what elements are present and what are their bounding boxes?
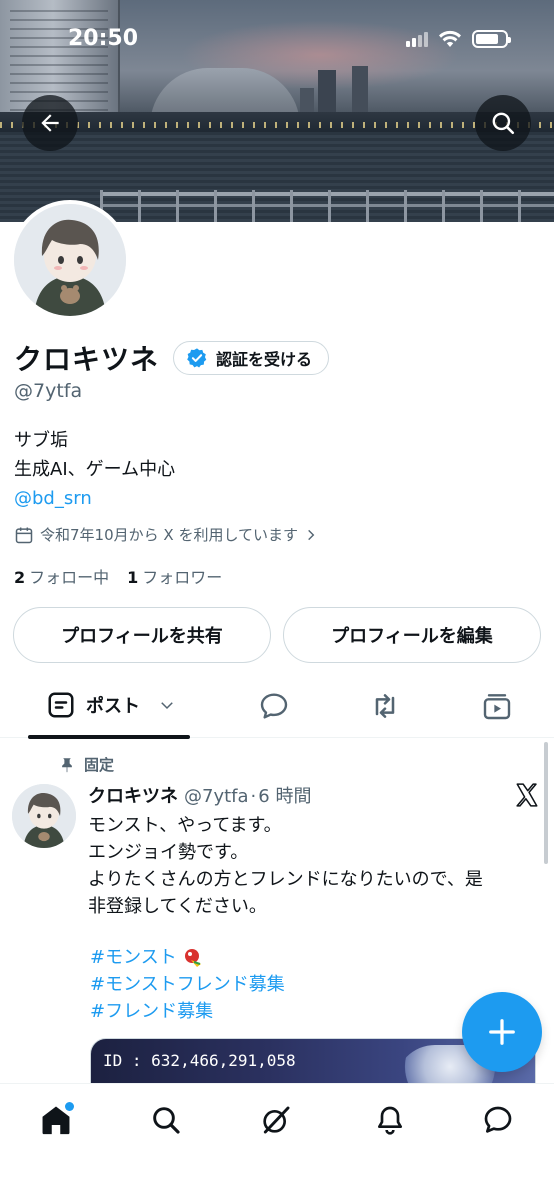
active-tab-indicator — [28, 735, 190, 739]
chevron-down-icon[interactable] — [158, 696, 176, 714]
display-name: クロキツネ — [14, 343, 160, 376]
posts-icon — [48, 692, 74, 718]
profile-bio: サブ垢 生成AI、ゲーム中心 @bd_srn — [14, 426, 175, 513]
compose-button[interactable] — [462, 992, 542, 1072]
nav-search[interactable] — [146, 1100, 186, 1140]
nav-notifications[interactable] — [370, 1100, 410, 1140]
wifi-icon — [439, 30, 461, 47]
nav-home[interactable] — [36, 1100, 76, 1140]
bio-line: サブ垢 — [14, 430, 68, 451]
monster-strike-emoji-icon — [184, 948, 201, 967]
grok-icon — [263, 1106, 290, 1134]
post-separator: · — [250, 786, 257, 807]
get-verified-button[interactable]: 認証を受ける — [173, 341, 330, 375]
share-profile-button[interactable]: プロフィールを共有 — [13, 607, 271, 663]
avatar-image — [14, 204, 126, 316]
post-hashtags: #モンスト #モンストフレンド募集 #フレンド募集 — [90, 944, 285, 1025]
hashtag-link[interactable]: #モンストフレンド募集 — [90, 971, 285, 998]
bell-icon — [378, 1106, 402, 1135]
post-text-line: エンジョイ勢です。 — [88, 842, 249, 863]
profile-name-row: クロキツネ 認証を受ける — [14, 338, 330, 378]
post-author-handle[interactable]: @7ytfa — [184, 786, 249, 807]
profile-handle: @7ytfa — [14, 380, 83, 402]
banner-building — [352, 66, 368, 114]
get-verified-label: 認証を受ける — [216, 350, 313, 369]
tab-posts-label: ポスト — [86, 696, 140, 717]
followers-count: 1 — [127, 568, 139, 587]
follow-stats: 2 フォロー中 1 フォロワー — [14, 564, 222, 588]
edit-profile-button[interactable]: プロフィールを編集 — [283, 607, 541, 663]
scrollbar[interactable] — [544, 742, 548, 864]
bio-line: 生成AI、ゲーム中心 — [14, 459, 176, 480]
profile-avatar[interactable] — [10, 200, 130, 320]
tab-replies[interactable] — [258, 690, 290, 722]
arrow-left-icon — [41, 114, 59, 132]
post-author-avatar[interactable] — [12, 784, 76, 848]
search-button[interactable] — [475, 95, 531, 151]
pin-icon — [62, 757, 72, 772]
banner-railing-posts — [100, 190, 554, 222]
x-logo-icon — [516, 783, 538, 807]
followers-label: フォロワー — [142, 568, 223, 587]
pinned-indicator: 固定 — [58, 754, 114, 775]
nav-messages[interactable] — [478, 1100, 518, 1140]
hashtag-link[interactable]: #フレンド募集 — [90, 998, 285, 1025]
search-icon — [153, 1107, 180, 1134]
bottom-navigation — [0, 1083, 554, 1200]
profile-tabs: ポスト — [0, 672, 554, 739]
post-header: クロキツネ @7ytfa · 6 時間 — [88, 782, 311, 808]
signal-icon — [406, 31, 428, 47]
battery-icon — [472, 30, 511, 48]
following-link[interactable]: 2 フォロー中 — [14, 564, 109, 588]
media-id-text: ID : 632,466,291,058 — [103, 1051, 296, 1070]
followers-link[interactable]: 1 フォロワー — [127, 564, 222, 588]
tab-reposts[interactable] — [369, 690, 401, 722]
message-icon — [484, 1106, 512, 1133]
joined-date[interactable]: 令和7年10月から X を利用しています — [14, 524, 318, 545]
status-icons — [406, 30, 511, 48]
search-icon — [492, 112, 515, 135]
chevron-right-icon — [308, 529, 315, 540]
notification-dot — [65, 1102, 74, 1111]
nav-grok[interactable] — [256, 1100, 296, 1140]
following-label: フォロー中 — [29, 568, 110, 587]
post-time[interactable]: 6 時間 — [258, 782, 311, 808]
post-text: モンスト、やってます。 エンジョイ勢です。 よりたくさんの方とフレンドになりたい… — [88, 812, 528, 920]
hashtag-link[interactable]: #モンスト — [90, 944, 177, 971]
post-text-line: よりたくさんの方とフレンドになりたいので、是 — [88, 869, 483, 890]
tab-posts[interactable]: ポスト — [28, 672, 190, 739]
post-text-line: モンスト、やってます。 — [88, 815, 282, 836]
post-text-line: 非登録してください。 — [88, 896, 267, 917]
following-count: 2 — [14, 568, 26, 587]
pinned-label: 固定 — [84, 756, 115, 774]
joined-text: 令和7年10月から X を利用しています — [40, 526, 298, 544]
verified-badge-icon — [187, 348, 207, 368]
back-button[interactable] — [22, 95, 78, 151]
banner-lights — [0, 122, 554, 128]
post-author-name[interactable]: クロキツネ — [88, 782, 178, 808]
plus-icon — [489, 1019, 515, 1045]
status-time: 20:50 — [68, 26, 139, 51]
bio-mention-link[interactable]: @bd_srn — [14, 484, 175, 513]
calendar-icon — [15, 527, 33, 543]
banner-building — [318, 70, 336, 115]
tab-media[interactable] — [481, 690, 513, 722]
